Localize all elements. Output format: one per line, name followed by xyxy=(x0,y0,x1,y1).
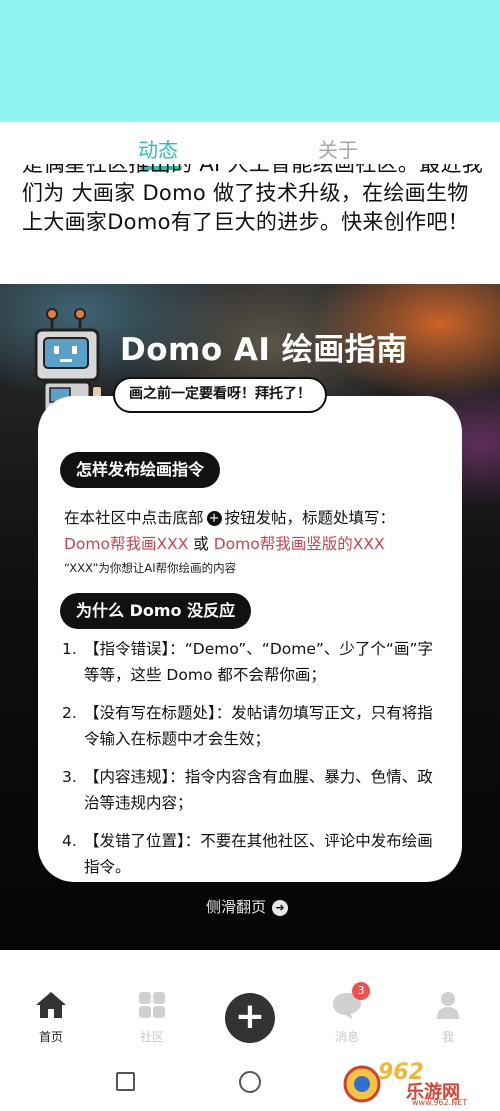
watermark-logo-icon xyxy=(343,1065,381,1103)
xxx-note: “XXX”为你想让AI帮你绘画的内容 xyxy=(64,561,237,575)
home-circle-icon[interactable] xyxy=(239,1071,261,1093)
list-item-number: 3. xyxy=(62,768,77,786)
tab-feed[interactable]: 动态 xyxy=(138,134,178,163)
intro-text: 是偶星社区推出的 AI 人工智能绘画社区。最近我们为 大画家 Domo 做了技术… xyxy=(22,164,484,234)
list-item-text: 【指令错误】：“Demo”、“Dome”、少了个“画”字等等，这些 Domo 都… xyxy=(84,640,433,684)
nav-home[interactable]: 首页 xyxy=(21,990,81,1045)
nav-me[interactable]: 我 xyxy=(418,990,478,1045)
instruction-line: 在本社区中点击底部 + 按钮发帖，标题处填写： xyxy=(64,506,395,528)
section-how-to-post: 怎样发布绘画指令 xyxy=(60,452,221,488)
community-grid-icon xyxy=(139,992,165,1018)
list-item: 1. 【指令错误】：“Demo”、“Dome”、少了个“画”字等等，这些 Dom… xyxy=(62,636,442,688)
plus-circle-icon: + xyxy=(206,511,222,526)
tab-about[interactable]: 关于 xyxy=(318,134,358,163)
plus-icon: + xyxy=(234,996,266,1037)
swipe-hint-label: 侧滑翻页 xyxy=(206,898,267,916)
nav-me-label: 我 xyxy=(441,1030,454,1044)
reasons-list: 1. 【指令错误】：“Demo”、“Dome”、少了个“画”字等等，这些 Dom… xyxy=(62,636,442,892)
nav-messages-label: 消息 xyxy=(334,1030,359,1044)
swipe-hint[interactable]: 侧滑翻页 ➜ xyxy=(206,896,289,917)
list-item-text: 【没有写在标题处】：发帖请勿填写正文，只有将指令输入在标题中才会生效； xyxy=(84,704,433,748)
recent-apps-icon[interactable] xyxy=(116,1072,135,1091)
watermark-url: www.962.NET xyxy=(412,1098,468,1107)
nav-community[interactable]: 社区 xyxy=(122,990,182,1045)
instruction-pre: 在本社区中点击底部 xyxy=(64,509,204,527)
list-item: 4. 【发错了位置】：不要在其他社区、评论中发布绘画指令。 xyxy=(62,828,442,880)
speech-bubble: 画之前一定要看呀！拜托了！ xyxy=(113,377,327,413)
list-item-number: 4. xyxy=(62,832,77,850)
section-why-no-response: 为什么 Domo 没反应 xyxy=(60,593,252,629)
instruction-post: 按钮发帖，标题处填写： xyxy=(224,509,396,527)
list-item: 3. 【内容违规】：指令内容含有血腥、暴力、色情、政治等违规内容； xyxy=(62,764,442,816)
nav-home-label: 首页 xyxy=(38,1030,63,1044)
top-banner xyxy=(0,0,500,122)
or-text: 或 xyxy=(188,535,214,553)
command-example-2: Domo帮我画竖版的XXX xyxy=(213,535,385,553)
arrow-right-icon: ➜ xyxy=(272,900,289,916)
messages-badge: 3 xyxy=(352,982,370,1000)
guide-banner[interactable]: Domo AI 绘画指南 画之前一定要看呀！拜托了！ 怎样发布绘画指令 在本社区… xyxy=(0,284,500,950)
command-example-1: Domo帮我画XXX xyxy=(64,535,189,553)
create-post-button[interactable]: + xyxy=(225,993,275,1043)
command-examples: Domo帮我画XXX 或 Domo帮我画竖版的XXX xyxy=(64,532,385,554)
bottom-nav: 首页 社区 + 3 消息 我 xyxy=(0,950,500,1054)
nav-messages[interactable]: 3 消息 xyxy=(317,982,377,1045)
site-watermark: 962 乐游网 www.962.NET xyxy=(342,1060,492,1108)
home-icon xyxy=(36,992,66,1018)
list-item-text: 【内容违规】：指令内容含有血腥、暴力、色情、政治等违规内容； xyxy=(84,768,433,812)
nav-community-label: 社区 xyxy=(139,1030,164,1044)
list-item-number: 2. xyxy=(62,704,77,722)
guide-title: Domo AI 绘画指南 xyxy=(120,332,408,368)
list-item: 2. 【没有写在标题处】：发帖请勿填写正文，只有将指令输入在标题中才会生效； xyxy=(62,700,442,752)
intro-description: 是偶星社区推出的 AI 人工智能绘画社区。最近我们为 大画家 Domo 做了技术… xyxy=(22,164,484,282)
list-item-text: 【发错了位置】：不要在其他社区、评论中发布绘画指令。 xyxy=(84,832,433,876)
list-item-number: 1. xyxy=(62,640,77,658)
user-icon xyxy=(437,992,459,1019)
